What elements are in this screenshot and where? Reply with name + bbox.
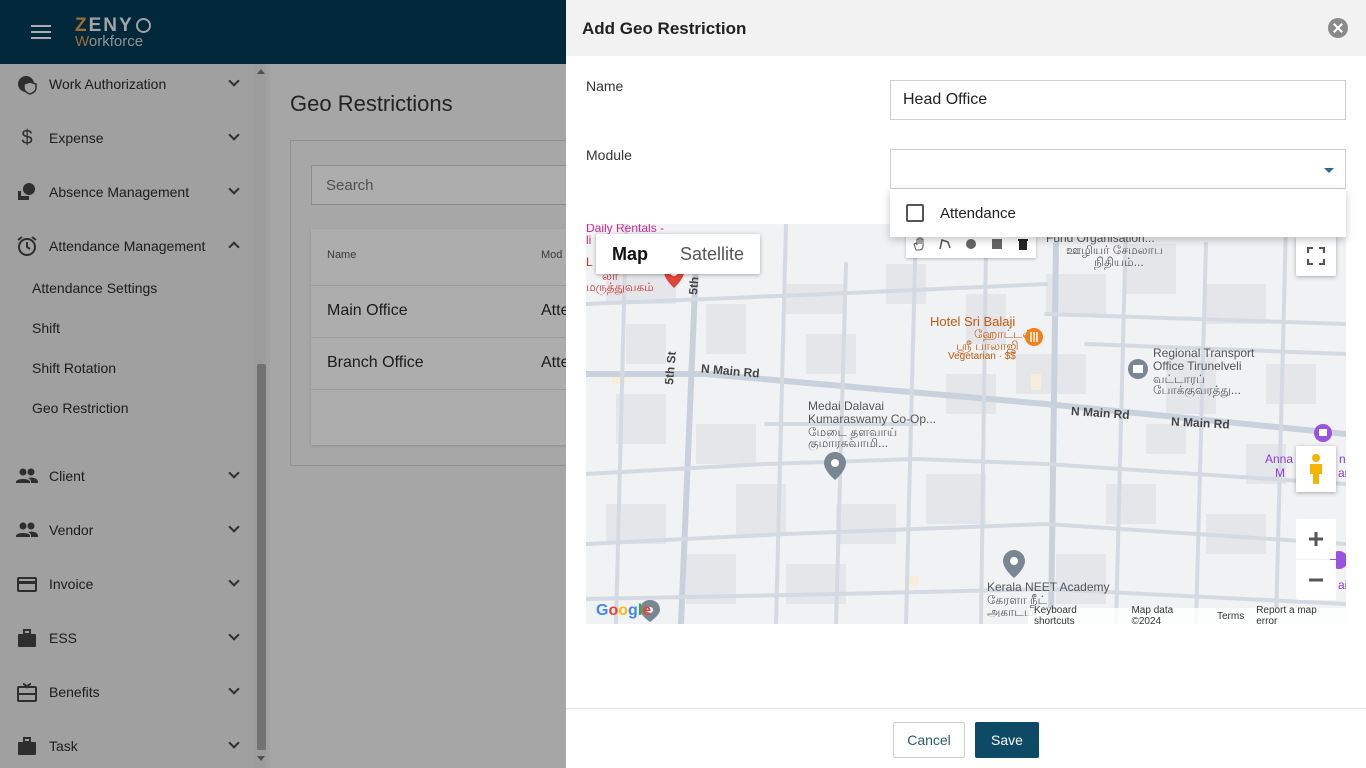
poi-label: li: [586, 233, 592, 247]
minus-icon: [1309, 578, 1323, 582]
report-error-link[interactable]: Report a map error: [1256, 605, 1340, 624]
zoom-in-button[interactable]: [1296, 519, 1336, 559]
zoom-out-button[interactable]: [1296, 560, 1336, 600]
fullscreen-icon: [1307, 247, 1325, 265]
attendance-checkbox[interactable]: [906, 204, 924, 222]
government-pin-icon[interactable]: [1127, 358, 1149, 380]
module-label: Module: [586, 147, 632, 163]
fullscreen-button[interactable]: [1296, 236, 1336, 276]
hand-icon[interactable]: [912, 237, 926, 251]
poi-label: Kerala NEET Academy: [987, 580, 1110, 594]
poi-label: Medai Dalavai: [808, 399, 885, 413]
caret-down-icon: [1324, 168, 1334, 173]
rectangle-icon[interactable]: [990, 237, 1004, 251]
street-view-pegman[interactable]: [1296, 446, 1336, 492]
poi-label: Vegetarian · $$: [948, 351, 1016, 362]
option-attendance[interactable]: Attendance: [940, 205, 1016, 222]
modal-backdrop[interactable]: [0, 0, 566, 768]
map-type-control: Map Satellite: [596, 234, 761, 274]
map-data-text: Map data ©2024: [1131, 605, 1174, 624]
poi-label: குமாரசுவாமி...: [808, 436, 889, 450]
terms-link[interactable]: Terms: [1217, 611, 1244, 622]
poi-label: போக்குவரத்து...: [1153, 383, 1241, 397]
name-field[interactable]: [890, 80, 1346, 120]
restaurant-pin-icon[interactable]: [1024, 327, 1044, 347]
dialog-footer: Cancel Save: [566, 708, 1366, 768]
road-label: 5th St: [662, 350, 679, 386]
trash-icon[interactable]: [1016, 237, 1030, 251]
name-label: Name: [586, 78, 624, 94]
map-type-satellite[interactable]: Satellite: [664, 234, 760, 274]
poi-label: Anna: [1265, 452, 1294, 466]
poi-label: n: [1339, 452, 1346, 466]
road-label: N Main Rd: [1170, 414, 1230, 432]
poi-label: L: [586, 255, 593, 269]
module-select[interactable]: [890, 149, 1346, 189]
dialog-title: Add Geo Restriction: [582, 19, 747, 38]
plus-icon: [1309, 532, 1323, 546]
road-label: 5th: [686, 276, 702, 296]
save-button[interactable]: Save: [975, 722, 1039, 758]
poi-label: M: [1275, 466, 1285, 480]
landmark-pin-icon[interactable]: [1313, 423, 1333, 443]
cancel-button[interactable]: Cancel: [893, 722, 965, 758]
poi-label: Regional Transport: [1153, 346, 1255, 360]
module-dropdown: Attendance: [890, 189, 1346, 237]
pegman-icon: [1310, 454, 1322, 484]
poi-label: ai: [1338, 578, 1346, 592]
map-view[interactable]: Daily Rentals - li L லா மருத்துவகம் Fund…: [586, 224, 1346, 624]
poi-label: நிதியம்...: [1094, 255, 1144, 269]
map-type-map[interactable]: Map: [596, 234, 664, 274]
map-attribution: Keyboard shortcuts Map data ©2024 Terms …: [1028, 605, 1346, 624]
dialog-header: Add Geo Restriction: [566, 0, 1366, 56]
google-logo[interactable]: Google: [596, 602, 651, 620]
location-pin-icon[interactable]: [824, 452, 846, 480]
polyline-icon[interactable]: [938, 237, 952, 251]
close-icon[interactable]: [1328, 18, 1348, 38]
circle-icon[interactable]: [964, 237, 978, 251]
add-geo-restriction-dialog: Add Geo Restriction Name Module Attendan…: [566, 0, 1366, 768]
poi-label: Daily Rentals -: [586, 224, 665, 235]
poi-label: Office Tirunelveli: [1153, 359, 1242, 373]
location-pin-icon[interactable]: [1003, 550, 1025, 578]
poi-label: மருத்துவகம்: [586, 280, 654, 294]
keyboard-shortcuts-link[interactable]: Keyboard shortcuts: [1034, 605, 1119, 624]
poi-label: ar: [1338, 466, 1346, 480]
poi-label: Kumaraswamy Co-Op...: [808, 412, 937, 426]
